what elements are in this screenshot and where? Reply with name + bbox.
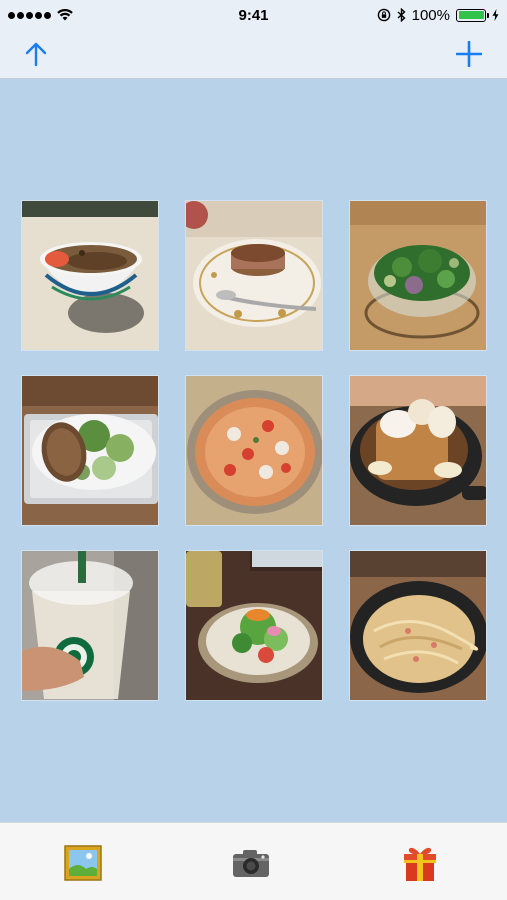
pudding-plate-image	[186, 201, 322, 350]
salad-bowl-image	[350, 201, 486, 350]
pasta-image	[350, 551, 486, 700]
arrow-up-icon	[25, 42, 47, 67]
starbucks-cup-image	[22, 551, 158, 700]
photo-pudding-plate[interactable]	[185, 200, 323, 351]
wifi-icon	[57, 9, 73, 21]
salad-bread-image	[22, 376, 158, 525]
gyudon-bowl-image	[22, 201, 158, 350]
photo-french-toast-skillet[interactable]	[349, 375, 487, 526]
navigation-bar	[0, 30, 507, 79]
charging-bolt-icon	[492, 9, 499, 21]
photo-gyudon-bowl[interactable]	[21, 200, 159, 351]
gift-icon	[404, 847, 436, 881]
tab-bar	[0, 822, 507, 900]
photo-library-icon	[64, 845, 102, 881]
photo-green-salad-bowl[interactable]	[349, 200, 487, 351]
status-right: 100%	[339, 7, 499, 24]
upload-button[interactable]	[18, 36, 54, 72]
battery-icon	[456, 8, 489, 22]
orientation-lock-icon	[377, 8, 390, 22]
plus-icon	[456, 41, 482, 67]
photo-starbucks-frappuccino[interactable]	[21, 550, 159, 701]
signal-strength-icon	[8, 11, 51, 19]
photo-salad-with-bread[interactable]	[21, 375, 159, 526]
salad-plate-image	[186, 551, 322, 700]
french-toast-image	[350, 376, 486, 525]
photo-salad-plate-with-drink[interactable]	[185, 550, 323, 701]
photo-pizza[interactable]	[185, 375, 323, 526]
tab-camera[interactable]	[231, 843, 271, 883]
pizza-image	[186, 376, 322, 525]
add-button[interactable]	[451, 36, 487, 72]
bluetooth-icon	[397, 8, 406, 22]
status-left	[8, 9, 168, 21]
tab-gift[interactable]	[400, 843, 440, 883]
status-bar: 9:41 100%	[0, 0, 507, 30]
photo-grid	[21, 200, 487, 701]
tab-photo-library[interactable]	[63, 843, 103, 883]
status-time: 9:41	[238, 6, 269, 24]
photo-pasta-skillet[interactable]	[349, 550, 487, 701]
battery-percentage: 100%	[411, 6, 450, 24]
camera-icon	[233, 850, 269, 877]
